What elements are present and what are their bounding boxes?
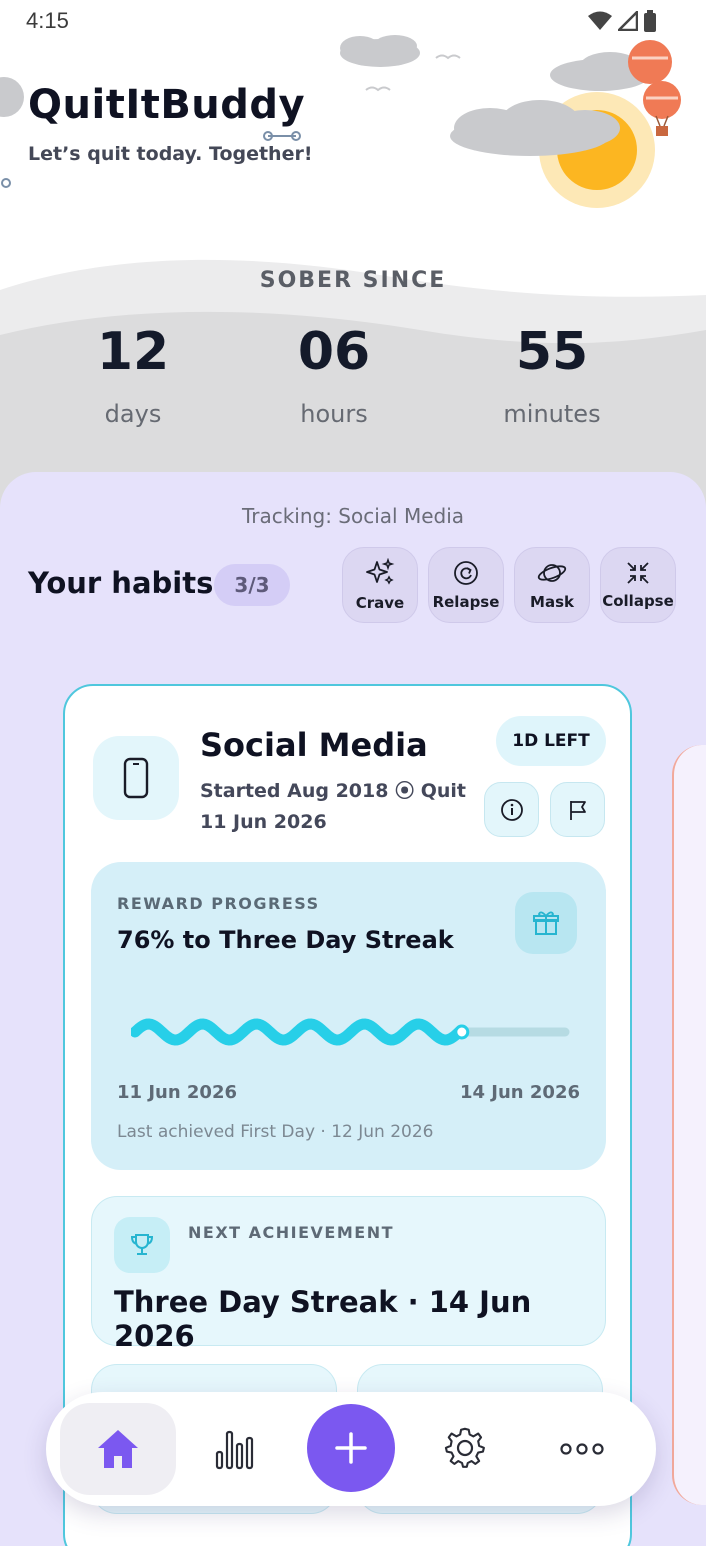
habit-meta: Started Aug 2018 ⦿ Quit 11 Jun 2026	[200, 776, 470, 838]
reward-progress-label: REWARD PROGRESS	[117, 894, 320, 913]
nav-home[interactable]	[60, 1403, 176, 1495]
habits-count-badge: 3/3	[214, 564, 290, 606]
gift-icon	[533, 911, 559, 935]
header-background	[0, 0, 706, 520]
progress-fill	[131, 1018, 467, 1046]
status-icons	[588, 10, 656, 32]
hours-value: 06	[297, 322, 371, 382]
minutes-unit: minutes	[503, 400, 601, 428]
days-left-badge: 1D LEFT	[496, 716, 606, 766]
reward-progress-title: 76% to Three Day Streak	[117, 926, 454, 954]
sober-since-label: SOBER SINCE	[259, 268, 447, 293]
next-achievement-card[interactable]: NEXT ACHIEVEMENT Three Day Streak · 14 J…	[91, 1196, 606, 1353]
trophy-icon-box	[114, 1217, 170, 1273]
mask-button[interactable]: Mask	[514, 547, 590, 623]
habit-name: Social Media	[200, 726, 428, 764]
app-title: QuitItBuddy	[28, 82, 306, 128]
more-icon	[560, 1443, 604, 1455]
sparkles-icon	[366, 558, 395, 585]
mask-label: Mask	[530, 593, 574, 611]
tracking-label: Tracking: Social Media	[241, 504, 465, 528]
habit-meta-line2: 11 Jun 2026	[200, 811, 327, 833]
next-achievement-label: NEXT ACHIEVEMENT	[188, 1223, 395, 1242]
relapse-icon	[454, 561, 478, 585]
minutes-counter: 55 minutes	[452, 322, 652, 428]
stats-icon	[215, 1430, 254, 1470]
phone-icon	[123, 757, 149, 799]
app-subtitle: Let’s quit today. Together!	[28, 143, 313, 165]
habits-title: Your habits	[28, 566, 214, 600]
collapse-button[interactable]: Collapse	[600, 547, 676, 623]
habit-icon-box	[93, 736, 179, 820]
nav-more[interactable]	[524, 1403, 640, 1495]
info-button[interactable]	[484, 782, 539, 837]
add-icon	[335, 1432, 367, 1464]
collapse-icon	[627, 562, 649, 584]
next-achievement-title: Three Day Streak · 14 Jun 2026	[114, 1285, 532, 1353]
minutes-value: 55	[515, 322, 589, 382]
days-value: 12	[96, 322, 170, 382]
nav-stats[interactable]	[176, 1403, 292, 1495]
habit-meta-line1: Started Aug 2018 ⦿ Quit	[200, 780, 466, 802]
home-icon	[98, 1430, 138, 1468]
signal-icon	[618, 11, 638, 31]
flag-button[interactable]	[550, 782, 605, 837]
reward-start-date: 11 Jun 2026	[117, 1082, 238, 1103]
header-scenery	[0, 35, 706, 520]
crave-label: Crave	[355, 594, 405, 612]
relapse-button[interactable]: Relapse	[428, 547, 504, 623]
hours-counter: 06 hours	[234, 322, 434, 428]
days-counter: 12 days	[33, 322, 233, 428]
info-icon	[500, 798, 523, 821]
relapse-label: Relapse	[432, 593, 500, 611]
reward-progress-bar	[131, 1018, 570, 1046]
gift-button[interactable]	[515, 892, 577, 954]
planet-icon	[537, 564, 567, 582]
wifi-icon	[588, 11, 612, 30]
last-achieved-text: Last achieved First Day · 12 Jun 2026	[117, 1122, 434, 1142]
progress-knob	[454, 1024, 470, 1040]
crave-button[interactable]: Crave	[342, 547, 418, 623]
bottom-nav	[46, 1392, 656, 1506]
trophy-icon	[130, 1234, 154, 1255]
nav-settings[interactable]	[408, 1403, 524, 1495]
collapse-label: Collapse	[602, 592, 674, 610]
status-time: 4:15	[26, 8, 69, 33]
days-unit: days	[104, 400, 162, 428]
reward-progress-card: REWARD PROGRESS 76% to Three Day Streak …	[91, 862, 606, 1170]
flag-icon	[569, 800, 586, 820]
add-button[interactable]	[307, 1404, 395, 1492]
settings-icon	[444, 1427, 485, 1468]
reward-end-date: 14 Jun 2026	[459, 1082, 580, 1103]
battery-icon	[644, 10, 656, 32]
next-habit-card-peek[interactable]	[672, 745, 706, 1505]
status-bar: 4:15	[0, 0, 706, 44]
hours-unit: hours	[300, 400, 368, 428]
